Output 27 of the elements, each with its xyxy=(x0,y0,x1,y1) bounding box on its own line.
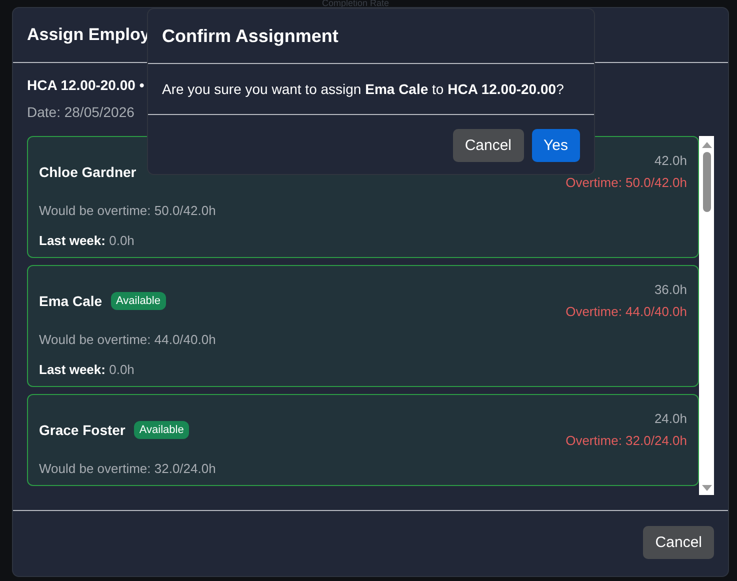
shift-name: HCA 12.00-20.00 • xyxy=(27,77,144,93)
overtime-warning: Would be overtime: 44.0/40.0h xyxy=(39,332,217,347)
modal-title: Assign Employ xyxy=(27,25,150,45)
employee-name: Chloe Gardner xyxy=(39,164,136,180)
employee-card[interactable]: Ema Cale Available 36.0h Overtime: 44.0/40.0h Would be overtime: 44.0/40.0h Last week: 0.0h xyxy=(27,265,699,387)
hours-text: 24.0h xyxy=(654,410,687,428)
scrollbar[interactable] xyxy=(699,136,714,495)
overtime-text: Overtime: 32.0/24.0h xyxy=(566,432,687,450)
overtime-text: Overtime: 44.0/40.0h xyxy=(566,303,687,321)
yes-button[interactable]: Yes xyxy=(532,129,580,162)
dialog-title: Confirm Assignment xyxy=(162,26,338,46)
overtime-text: Overtime: 50.0/42.0h xyxy=(566,174,687,192)
last-week-text: Last week: 0.0h xyxy=(39,362,136,377)
overtime-warning: Would be overtime: 50.0/42.0h xyxy=(39,203,217,218)
shift-date: Date: 28/05/2026 xyxy=(27,104,134,120)
last-week-text: Last week: 0.0h xyxy=(39,233,136,248)
cancel-button[interactable]: Cancel xyxy=(643,526,714,559)
confirm-message: Are you sure you want to assign Ema Cale to HCA 12.00-20.00? xyxy=(162,81,564,97)
employee-card[interactable]: Grace Foster Available 24.0h Overtime: 32.0/24.0h Would be overtime: 32.0/24.0h xyxy=(27,394,699,486)
cancel-button[interactable]: Cancel xyxy=(452,129,524,162)
hours-text: 42.0h xyxy=(654,152,687,170)
employee-name: Ema Cale xyxy=(39,293,102,309)
employee-name: Grace Foster xyxy=(39,422,126,438)
overtime-warning: Would be overtime: 32.0/24.0h xyxy=(39,461,217,476)
status-badge: Available xyxy=(111,292,166,310)
hours-text: 36.0h xyxy=(654,281,687,299)
status-badge: Available xyxy=(134,421,189,439)
